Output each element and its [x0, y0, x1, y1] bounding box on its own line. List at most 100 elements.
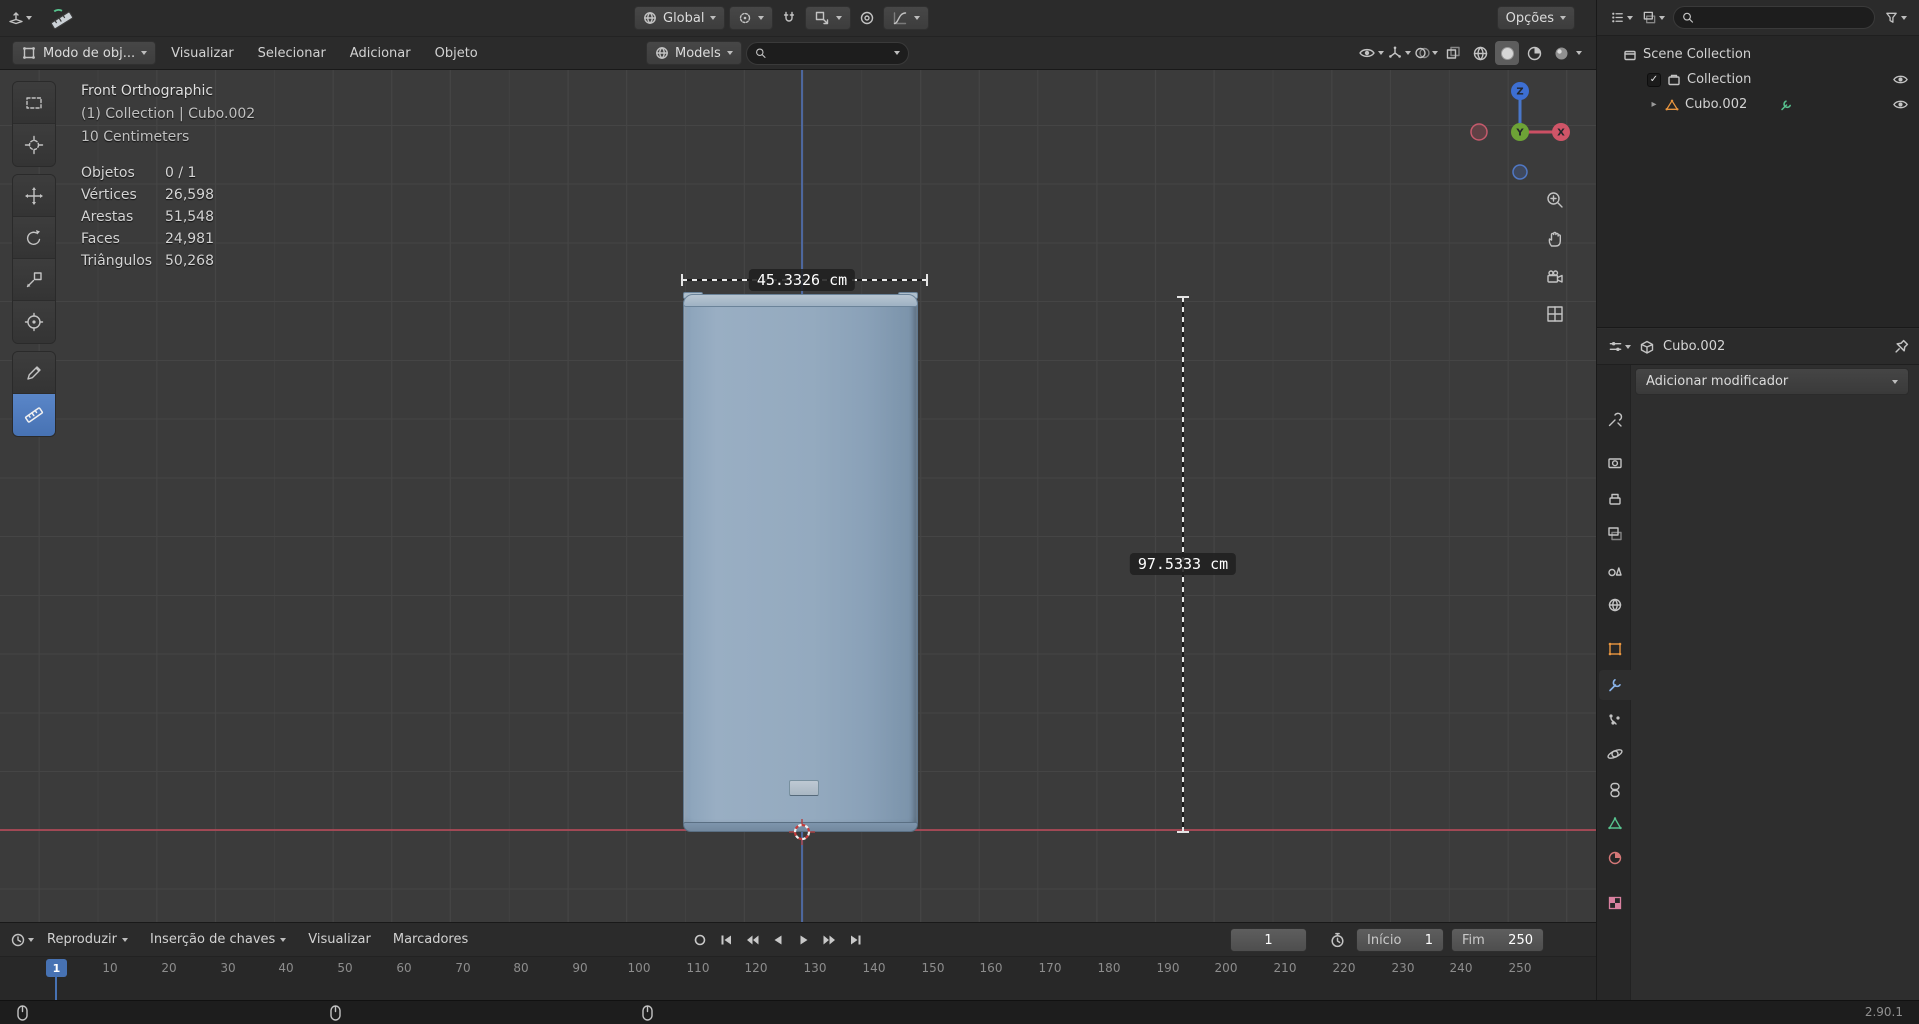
- navigation-gizmo[interactable]: Z X Y: [1468, 80, 1572, 184]
- timeline-editor-type-selector[interactable]: [10, 928, 34, 952]
- tab-tool[interactable]: [1599, 405, 1631, 435]
- outliner-filter-dropdown[interactable]: [1883, 6, 1907, 30]
- tab-particles[interactable]: [1599, 705, 1631, 735]
- gizmo-x-label: X: [1557, 128, 1565, 139]
- frame-end-field[interactable]: Fim 250: [1451, 928, 1544, 952]
- tab-modifiers[interactable]: [1599, 670, 1631, 700]
- tab-constraints[interactable]: [1599, 775, 1631, 805]
- overlays-dropdown[interactable]: [1414, 41, 1438, 65]
- snap-target-dropdown[interactable]: [805, 6, 852, 30]
- chevron-down-icon: [836, 16, 843, 20]
- proportional-editing-toggle[interactable]: [855, 6, 879, 30]
- shading-material-button[interactable]: [1522, 41, 1546, 65]
- search-input[interactable]: [772, 46, 888, 60]
- mesh-object-cubo-002[interactable]: [683, 292, 918, 832]
- pin-id-button[interactable]: [1894, 339, 1909, 354]
- viewport-search-box[interactable]: [745, 41, 909, 65]
- scale-tool[interactable]: [13, 259, 55, 301]
- playhead[interactable]: 1: [46, 959, 67, 977]
- pivot-point-dropdown[interactable]: [729, 6, 774, 30]
- timeline-tick: 80: [513, 961, 529, 975]
- chevron-down-icon: [758, 16, 765, 20]
- tab-object-data[interactable]: [1599, 809, 1631, 839]
- asset-repository-dropdown[interactable]: Models: [646, 41, 742, 65]
- cursor-tool[interactable]: [13, 124, 55, 166]
- proportional-falloff-dropdown[interactable]: [883, 6, 930, 30]
- outliner-row-collection[interactable]: Collection: [1597, 67, 1919, 92]
- jump-start-button[interactable]: [714, 929, 738, 951]
- pan-button[interactable]: [1540, 224, 1570, 254]
- outliner-editor-type-selector[interactable]: [1609, 6, 1633, 30]
- annotate-tool[interactable]: [13, 352, 55, 394]
- tab-output[interactable]: [1599, 485, 1631, 515]
- active-tool-measure-icon[interactable]: [50, 6, 74, 30]
- timeline-ruler[interactable]: 10 20 30 40 50 60 70 80 90 100 110 120 1…: [0, 957, 1596, 1000]
- markers-menu[interactable]: Marcadores: [384, 928, 477, 952]
- gizmo-minus-x-axis[interactable]: [1470, 123, 1488, 141]
- menu-selecionar[interactable]: Selecionar: [249, 41, 335, 65]
- expand-arrow-icon[interactable]: ▸: [1649, 99, 1659, 110]
- rotate-tool[interactable]: [13, 217, 55, 259]
- menu-objeto[interactable]: Objeto: [426, 41, 487, 65]
- gizmo-minus-z-axis[interactable]: [1512, 164, 1528, 180]
- use-preview-range-toggle[interactable]: [1325, 928, 1349, 952]
- keying-menu[interactable]: Inserção de chaves: [141, 928, 295, 952]
- play-reverse-button[interactable]: [766, 929, 790, 951]
- measure-tool[interactable]: [13, 394, 55, 436]
- zoom-button[interactable]: [1540, 185, 1570, 215]
- shading-rendered-button[interactable]: [1549, 41, 1573, 65]
- outliner-row-scene-collection[interactable]: Scene Collection: [1597, 42, 1919, 67]
- tab-material[interactable]: [1599, 843, 1631, 873]
- playback-menu[interactable]: Reproduzir: [38, 928, 137, 952]
- outliner-search-box[interactable]: [1673, 6, 1875, 29]
- collection-visibility-toggle[interactable]: [1892, 71, 1909, 88]
- next-keyframe-button[interactable]: [818, 929, 842, 951]
- object-visibility-dropdown[interactable]: [1358, 41, 1384, 65]
- object-visibility-toggle[interactable]: [1892, 96, 1909, 113]
- add-modifier-dropdown[interactable]: Adicionar modificador: [1635, 368, 1909, 395]
- menu-adicionar[interactable]: Adicionar: [341, 41, 420, 65]
- gizmos-dropdown[interactable]: [1387, 41, 1411, 65]
- tab-scene[interactable]: [1599, 555, 1631, 585]
- frame-start-field[interactable]: Início 1: [1356, 928, 1444, 952]
- menu-visualizar[interactable]: Visualizar: [162, 41, 243, 65]
- tab-object[interactable]: [1599, 634, 1631, 664]
- outliner-search-input[interactable]: [1699, 10, 1866, 25]
- outliner-row-cubo-002[interactable]: ▸ Cubo.002: [1597, 92, 1919, 117]
- grid-unit-label: 10 Centimeters: [81, 129, 190, 145]
- tab-physics[interactable]: [1599, 739, 1631, 769]
- jump-end-button[interactable]: [844, 929, 868, 951]
- current-frame-value: 1: [1264, 932, 1273, 948]
- properties-editor-type-selector[interactable]: [1607, 335, 1631, 359]
- 3d-viewport[interactable]: 45.3326 cm 97.5333 cm Front Orthographic…: [0, 70, 1596, 922]
- transform-orientation-dropdown[interactable]: Global: [634, 6, 726, 30]
- camera-view-button[interactable]: [1540, 262, 1570, 292]
- outliner-display-mode-dropdown[interactable]: [1641, 6, 1665, 30]
- stat-value: 26,598: [165, 187, 214, 203]
- collection-checkbox[interactable]: [1647, 72, 1661, 87]
- tab-view-layer[interactable]: [1599, 519, 1631, 549]
- shading-dropdown-chevron-icon[interactable]: [1576, 51, 1582, 55]
- xray-toggle[interactable]: [1441, 41, 1465, 65]
- editor-type-selector[interactable]: [8, 6, 32, 30]
- mode-dropdown[interactable]: Modo de obj...: [12, 41, 157, 65]
- asset-repository-label: Models: [675, 45, 721, 61]
- record-button[interactable]: [688, 929, 712, 951]
- tab-render[interactable]: [1599, 448, 1631, 478]
- shading-solid-button[interactable]: [1495, 41, 1519, 65]
- falloff-curve-icon: [894, 12, 907, 25]
- timeline-view-menu[interactable]: Visualizar: [299, 928, 380, 952]
- mode-label: Modo de obj...: [43, 45, 136, 61]
- tab-texture[interactable]: [1599, 888, 1631, 918]
- tab-world[interactable]: [1599, 590, 1631, 620]
- transform-tool[interactable]: [13, 301, 55, 343]
- snap-toggle[interactable]: [777, 6, 801, 30]
- shading-wireframe-button[interactable]: [1468, 41, 1492, 65]
- prev-keyframe-button[interactable]: [740, 929, 764, 951]
- current-frame-field[interactable]: 1: [1230, 928, 1307, 952]
- select-box-tool[interactable]: [13, 82, 55, 124]
- play-button[interactable]: [792, 929, 816, 951]
- move-tool[interactable]: [13, 175, 55, 217]
- options-dropdown[interactable]: Opções: [1496, 6, 1575, 30]
- toggle-grid-button[interactable]: [1540, 299, 1570, 329]
